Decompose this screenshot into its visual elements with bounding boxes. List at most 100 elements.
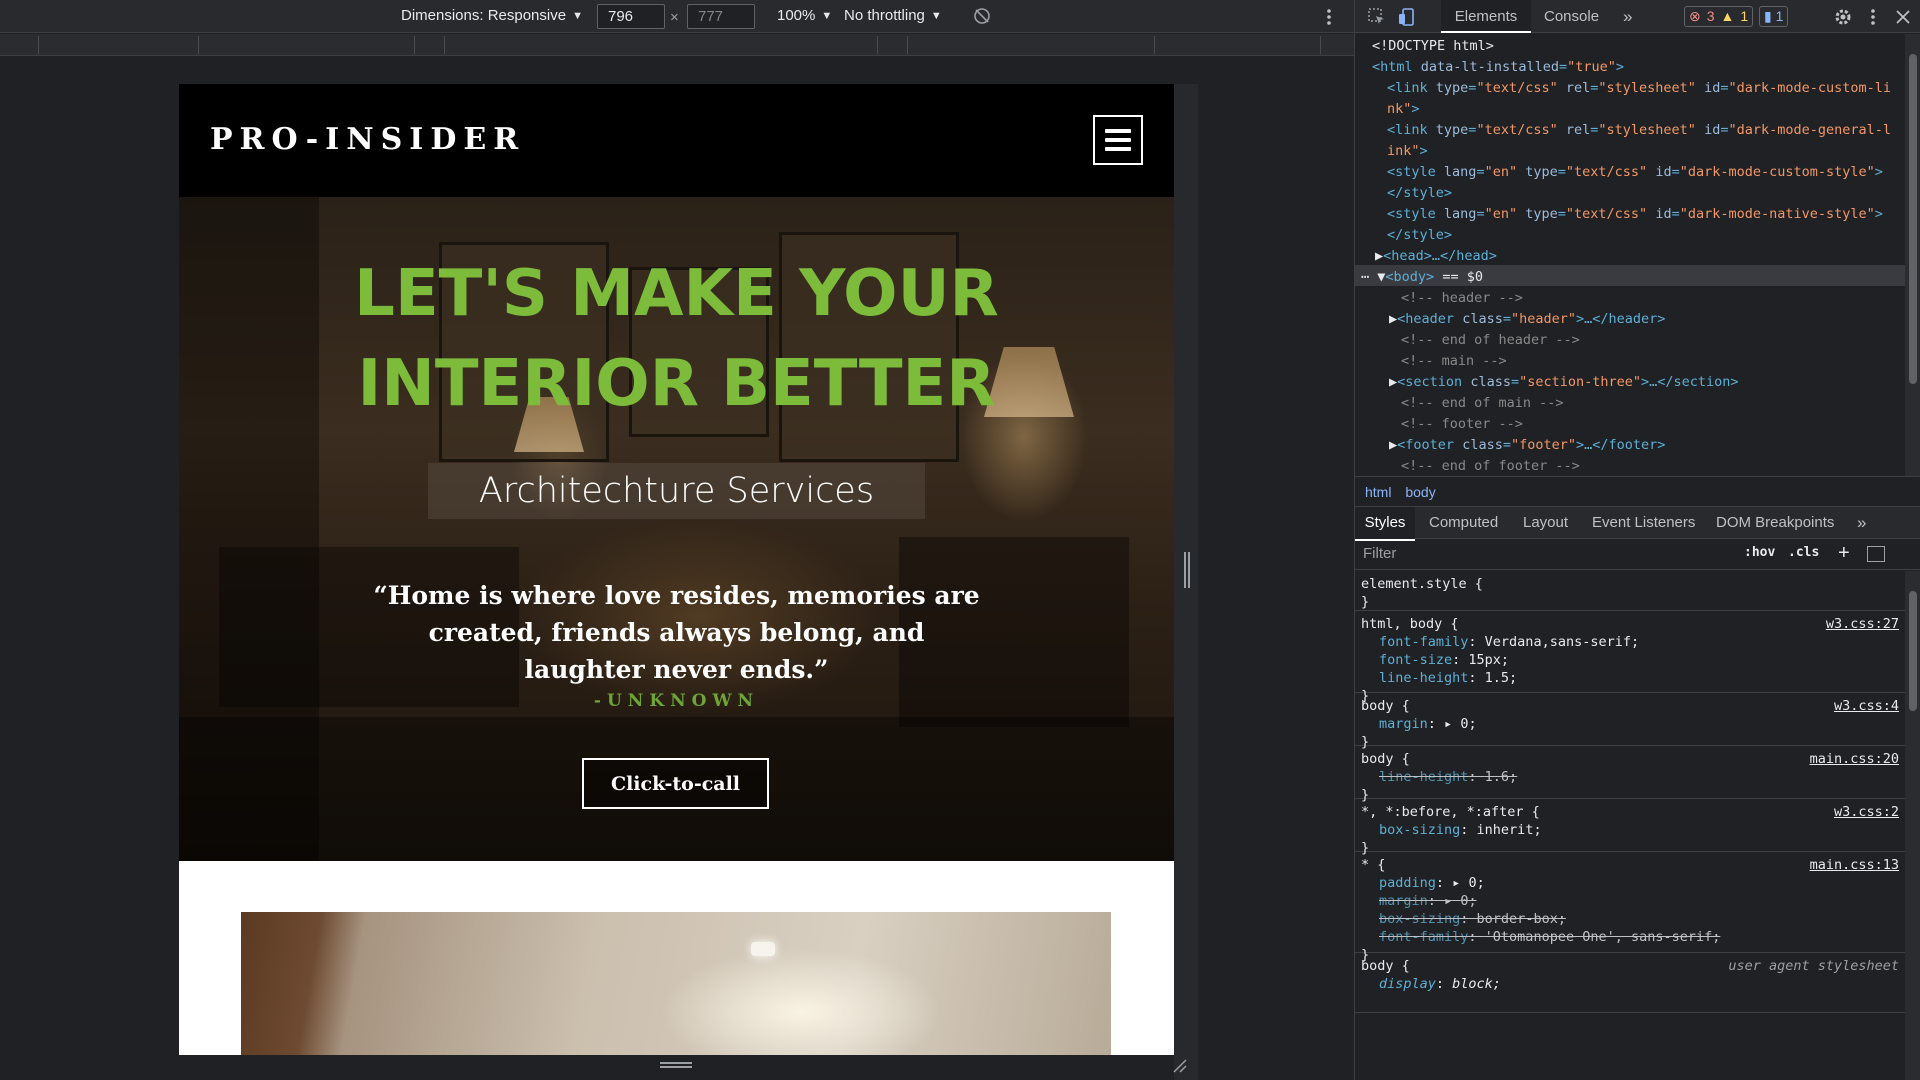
- tab-event-listeners[interactable]: Event Listeners: [1592, 507, 1695, 539]
- dom-comment[interactable]: <!-- end of footer -->: [1401, 456, 1580, 476]
- resize-corner-icon[interactable]: [1172, 1058, 1188, 1074]
- more-options-icon[interactable]: [1322, 7, 1336, 27]
- rule-property-overridden[interactable]: font-family: 'Otomanopee One', sans-seri…: [1361, 928, 1899, 946]
- style-rule: body { user agent stylesheet display: bl…: [1355, 953, 1905, 1013]
- expand-triangle-icon: ▶: [1389, 374, 1398, 390]
- dom-node[interactable]: <style lang="en" type="text/css" id="dar…: [1387, 162, 1883, 183]
- filter-input[interactable]: Filter: [1363, 545, 1396, 562]
- hero-quote: “Home is where love resides, memories ar…: [373, 581, 980, 684]
- issues-badge[interactable]: ⊗ 3 ▲ 1: [1684, 6, 1754, 27]
- hamburger-bar: [1105, 147, 1131, 151]
- rule-property[interactable]: margin: ▸ 0;: [1361, 715, 1899, 733]
- click-to-call-button[interactable]: Click-to-call: [582, 758, 769, 809]
- ellipsis-icon: ⋯: [1361, 269, 1370, 285]
- dom-node[interactable]: <link type="text/css" rel="stylesheet" i…: [1387, 120, 1891, 141]
- dom-comment[interactable]: <!-- main -->: [1401, 351, 1507, 372]
- devtools-panel: Elements Console » ⊗ 3 ▲ 1 ▮ 1 <!DOCTYPE…: [1354, 0, 1920, 1080]
- rule-property: display: block;: [1379, 976, 1501, 992]
- tab-console[interactable]: Console: [1544, 0, 1599, 33]
- rule-selector[interactable]: html, body {: [1361, 615, 1899, 633]
- caret-down-icon: ▼: [930, 9, 942, 22]
- zoom-dropdown[interactable]: 100% ▼: [777, 7, 832, 24]
- hero-section: LET'S MAKE YOUR INTERIOR BETTER Architec…: [179, 197, 1174, 861]
- hero-title: LET'S MAKE YOUR INTERIOR BETTER: [179, 249, 1174, 429]
- inspect-element-icon[interactable]: [1367, 7, 1387, 27]
- rule-selector[interactable]: body {: [1361, 697, 1899, 715]
- hov-toggle[interactable]: :hov: [1744, 545, 1775, 560]
- dom-comment[interactable]: <!-- end of header -->: [1401, 330, 1580, 351]
- dom-comment[interactable]: <!-- header -->: [1401, 288, 1523, 309]
- dom-node[interactable]: <style lang="en" type="text/css" id="dar…: [1387, 204, 1883, 225]
- dom-scrollbar[interactable]: [1905, 34, 1920, 476]
- expand-triangle-icon: ▸: [1444, 893, 1453, 909]
- resize-handle-bottom[interactable]: [660, 1062, 692, 1068]
- dom-node[interactable]: ▶<footer class="footer">…</footer>: [1389, 435, 1665, 456]
- rule-selector[interactable]: *, *:before, *:after {: [1361, 803, 1899, 821]
- media-query-ruler[interactable]: [0, 34, 1354, 56]
- dom-node[interactable]: <html data-lt-installed="true">: [1372, 57, 1624, 78]
- dom-node[interactable]: <!DOCTYPE html>: [1372, 36, 1494, 57]
- resize-handle-right[interactable]: [1184, 552, 1190, 588]
- breadcrumb-body[interactable]: body: [1405, 484, 1435, 500]
- caret-down-icon: ▼: [572, 9, 583, 22]
- device-toggle-icon[interactable]: [1397, 7, 1417, 27]
- dimensions-dropdown[interactable]: Dimensions: Responsive ▼: [401, 7, 583, 24]
- dom-node[interactable]: <link type="text/css" rel="stylesheet" i…: [1387, 78, 1891, 99]
- ceiling-light: [751, 942, 775, 956]
- style-rules-list: element.style { } html, body { w3.css:27…: [1355, 571, 1905, 1080]
- throttling-dropdown[interactable]: No throttling ▼: [844, 7, 942, 24]
- styles-tabbar: Styles Computed Layout Event Listeners D…: [1355, 507, 1920, 541]
- rule-property[interactable]: font-size: 15px;: [1361, 651, 1899, 669]
- rule-selector[interactable]: element.style {: [1361, 575, 1899, 593]
- style-rule: body { main.css:20 line-height: 1.6; }: [1355, 746, 1905, 803]
- new-rule-icon[interactable]: +: [1838, 542, 1850, 565]
- rule-property[interactable]: padding: ▸ 0;: [1361, 874, 1899, 892]
- scrollbar-thumb[interactable]: [1909, 591, 1917, 711]
- tab-styles[interactable]: Styles: [1355, 507, 1415, 541]
- dom-node[interactable]: ▶<section class="section-three">…</secti…: [1389, 372, 1739, 393]
- more-tabs-icon[interactable]: »: [1623, 0, 1632, 33]
- tab-dom-breakpoints[interactable]: DOM Breakpoints: [1716, 507, 1834, 539]
- kebab-menu-icon[interactable]: [1863, 7, 1883, 27]
- more-tabs-icon[interactable]: »: [1857, 507, 1866, 539]
- tab-layout[interactable]: Layout: [1523, 507, 1568, 539]
- dom-node-cont: </style>: [1387, 185, 1453, 201]
- dom-node-selected[interactable]: ⋯ ▼<body> == $0: [1361, 267, 1483, 288]
- rule-source-link[interactable]: main.css:20: [1810, 750, 1899, 768]
- tab-elements[interactable]: Elements: [1441, 0, 1531, 33]
- hamburger-bar: [1105, 129, 1131, 133]
- rule-source-link[interactable]: main.css:13: [1810, 856, 1899, 874]
- breadcrumb-html[interactable]: html: [1365, 484, 1391, 500]
- styles-scrollbar[interactable]: [1905, 571, 1920, 1080]
- breadcrumb: html body: [1355, 476, 1920, 507]
- sidebar-toggle-icon[interactable]: [1867, 546, 1885, 562]
- rule-property-overridden[interactable]: line-height: 1.6;: [1361, 768, 1899, 786]
- width-input[interactable]: 796: [597, 4, 665, 29]
- rotate-icon[interactable]: [973, 7, 991, 25]
- rule-property[interactable]: font-family: Verdana,sans-serif;: [1361, 633, 1899, 651]
- dom-node[interactable]: ▶<header class="header">…</header>: [1389, 309, 1665, 330]
- style-rule: html, body { w3.css:27 font-family: Verd…: [1355, 611, 1905, 704]
- rule-property-overridden[interactable]: box-sizing: border-box;: [1361, 910, 1899, 928]
- rule-property-overridden[interactable]: margin: ▸ 0;: [1361, 892, 1899, 910]
- tab-computed[interactable]: Computed: [1429, 507, 1498, 539]
- dom-node[interactable]: ▶<head>…</head>: [1375, 246, 1497, 267]
- site-logo[interactable]: PRO-INSIDER: [210, 122, 525, 157]
- cls-toggle[interactable]: .cls: [1788, 545, 1819, 560]
- expand-triangle-icon: ▸: [1452, 875, 1461, 891]
- height-input[interactable]: 777: [687, 4, 755, 29]
- scrollbar-thumb[interactable]: [1909, 54, 1917, 384]
- hamburger-menu-button[interactable]: [1093, 115, 1143, 165]
- messages-badge[interactable]: ▮ 1: [1759, 6, 1789, 27]
- dom-comment[interactable]: <!-- footer -->: [1401, 414, 1523, 435]
- close-icon[interactable]: [1893, 7, 1913, 27]
- expand-triangle-icon: ▶: [1389, 311, 1398, 327]
- device-toolbar: Dimensions: Responsive ▼ 796 × 777 100% …: [0, 0, 1354, 33]
- rule-source-link[interactable]: w3.css:2: [1834, 803, 1899, 821]
- rule-property[interactable]: box-sizing: inherit;: [1361, 821, 1899, 839]
- dom-comment[interactable]: <!-- end of main -->: [1401, 393, 1564, 414]
- rule-source-link[interactable]: w3.css:27: [1826, 615, 1899, 633]
- rule-property[interactable]: line-height: 1.5;: [1361, 669, 1899, 687]
- rule-source-link[interactable]: w3.css:4: [1834, 697, 1899, 715]
- gear-icon[interactable]: [1833, 7, 1853, 27]
